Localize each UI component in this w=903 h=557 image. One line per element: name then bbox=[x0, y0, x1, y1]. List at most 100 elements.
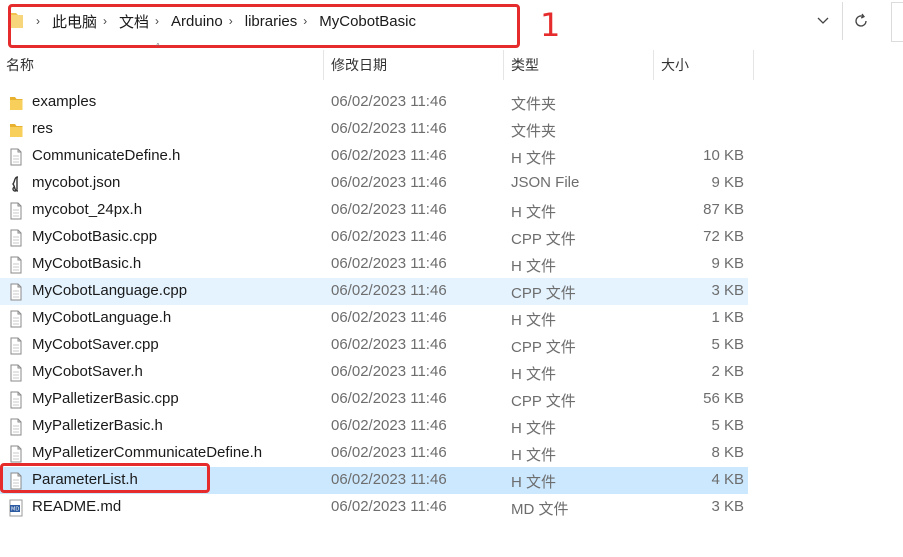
file-date: 06/02/2023 11:46 bbox=[331, 444, 447, 461]
file-date: 06/02/2023 11:46 bbox=[331, 228, 447, 245]
file-type: MD 文件 bbox=[511, 501, 569, 518]
column-divider[interactable] bbox=[653, 50, 654, 80]
file-row[interactable]: MyCobotSaver.h 06/02/2023 11:46 H 文件 2 KB bbox=[0, 359, 748, 386]
file-size: 56 KB bbox=[703, 390, 744, 407]
file-size: 10 KB bbox=[703, 147, 744, 164]
document-icon bbox=[8, 364, 24, 382]
file-row[interactable]: mycobot.json 06/02/2023 11:46 JSON File 9 K… bbox=[0, 170, 748, 197]
file-type: CPP 文件 bbox=[511, 339, 576, 356]
sort-up-icon: ^ bbox=[156, 42, 160, 51]
file-name[interactable]: README.md bbox=[32, 498, 121, 515]
file-size: 87 KB bbox=[703, 201, 744, 218]
file-date: 06/02/2023 11:46 bbox=[331, 417, 447, 434]
file-type: H 文件 bbox=[511, 420, 557, 437]
file-size: 72 KB bbox=[703, 228, 744, 245]
file-date: 06/02/2023 11:46 bbox=[331, 147, 447, 164]
refresh-icon bbox=[855, 13, 867, 27]
file-row[interactable]: MyPalletizerBasic.cpp 06/02/2023 11:46 CPP… bbox=[0, 386, 748, 413]
file-name[interactable]: mycobot.json bbox=[32, 174, 120, 191]
file-type: H 文件 bbox=[511, 204, 557, 221]
file-date: 06/02/2023 11:46 bbox=[331, 255, 447, 272]
column-header-row: 名称 修改日期 类型 大小 bbox=[0, 50, 903, 80]
file-date: 06/02/2023 11:46 bbox=[331, 498, 447, 515]
file-row[interactable]: mycobot_24px.h 06/02/2023 11:46 H 文件 87 KB bbox=[0, 197, 748, 224]
file-size: 4 KB bbox=[711, 471, 744, 488]
file-name[interactable]: MyCobotSaver.h bbox=[32, 363, 143, 380]
column-divider[interactable] bbox=[503, 50, 504, 80]
folder-icon bbox=[8, 121, 24, 139]
document-icon bbox=[8, 256, 24, 274]
file-date: 06/02/2023 11:46 bbox=[331, 282, 447, 299]
file-row[interactable]: MyCobotBasic.h 06/02/2023 11:46 H 文件 9 KB bbox=[0, 251, 748, 278]
column-divider[interactable] bbox=[753, 50, 754, 80]
file-name[interactable]: MyCobotBasic.h bbox=[32, 255, 141, 272]
file-name[interactable]: MyPalletizerCommunicateDefine.h bbox=[32, 444, 262, 461]
file-type: H 文件 bbox=[511, 474, 557, 491]
file-row[interactable]: MyPalletizerBasic.h 06/02/2023 11:46 H 文件 5… bbox=[0, 413, 748, 440]
file-type: CPP 文件 bbox=[511, 231, 576, 248]
file-type: H 文件 bbox=[511, 258, 557, 275]
document-icon bbox=[8, 148, 24, 166]
file-date: 06/02/2023 11:46 bbox=[331, 309, 447, 326]
file-size: 3 KB bbox=[711, 498, 744, 515]
file-size: 1 KB bbox=[711, 309, 744, 326]
file-date: 06/02/2023 11:46 bbox=[331, 390, 447, 407]
file-row[interactable]: MyCobotLanguage.cpp 06/02/2023 11:46 CPP 文… bbox=[0, 278, 748, 305]
file-row[interactable]: MyCobotBasic.cpp 06/02/2023 11:46 CPP 文件 72… bbox=[0, 224, 748, 251]
file-name[interactable]: MyCobotSaver.cpp bbox=[32, 336, 159, 353]
column-header-date[interactable]: 修改日期 bbox=[331, 50, 387, 80]
document-icon bbox=[8, 202, 24, 220]
file-size: 2 KB bbox=[711, 363, 744, 380]
document-icon bbox=[8, 310, 24, 328]
document-icon bbox=[8, 283, 24, 301]
file-type: 文件夹 bbox=[511, 123, 557, 140]
file-name[interactable]: MyPalletizerBasic.cpp bbox=[32, 390, 179, 407]
file-name[interactable]: MyCobotLanguage.cpp bbox=[32, 282, 187, 299]
file-size: 9 KB bbox=[711, 255, 744, 272]
file-size: 3 KB bbox=[711, 282, 744, 299]
file-size: 5 KB bbox=[711, 417, 744, 434]
file-size: 8 KB bbox=[711, 444, 744, 461]
file-row[interactable]: MyCobotLanguage.h 06/02/2023 11:46 H 文件 1 K… bbox=[0, 305, 748, 332]
file-name[interactable]: CommunicateDefine.h bbox=[32, 147, 180, 164]
refresh-button[interactable] bbox=[842, 2, 879, 40]
annotation-number: 1 bbox=[540, 6, 561, 44]
chevron-down-icon bbox=[817, 17, 829, 24]
file-name[interactable]: MyCobotLanguage.h bbox=[32, 309, 171, 326]
file-date: 06/02/2023 11:46 bbox=[331, 174, 447, 191]
column-header-size[interactable]: 大小 bbox=[661, 50, 689, 80]
file-type: H 文件 bbox=[511, 366, 557, 383]
document-icon bbox=[8, 445, 24, 463]
file-type: H 文件 bbox=[511, 447, 557, 464]
file-name[interactable]: res bbox=[32, 120, 53, 137]
file-type: CPP 文件 bbox=[511, 393, 576, 410]
file-name[interactable]: MyPalletizerBasic.h bbox=[32, 417, 163, 434]
column-divider[interactable] bbox=[323, 50, 324, 80]
document-icon bbox=[8, 229, 24, 247]
annotation-box-address bbox=[8, 4, 520, 48]
file-row[interactable]: res 06/02/2023 11:46 文件夹 bbox=[0, 116, 748, 143]
folder-icon bbox=[8, 94, 24, 112]
file-row[interactable]: examples 06/02/2023 11:46 文件夹 bbox=[0, 89, 748, 116]
file-size: 5 KB bbox=[711, 336, 744, 353]
file-row[interactable]: MD README.md 06/02/2023 11:46 MD 文件 3 KB bbox=[0, 494, 748, 521]
column-header-name[interactable]: 名称 bbox=[6, 50, 34, 80]
document-icon bbox=[8, 337, 24, 355]
svg-text:MD: MD bbox=[11, 507, 19, 513]
file-row[interactable]: MyCobotSaver.cpp 06/02/2023 11:46 CPP 文件 5 … bbox=[0, 332, 748, 359]
json-icon bbox=[8, 175, 24, 193]
file-type: JSON File bbox=[511, 174, 580, 191]
file-date: 06/02/2023 11:46 bbox=[331, 93, 447, 110]
search-box[interactable] bbox=[891, 2, 903, 42]
file-name[interactable]: MyCobotBasic.cpp bbox=[32, 228, 157, 245]
file-type: H 文件 bbox=[511, 150, 557, 167]
column-header-type[interactable]: 类型 bbox=[511, 50, 539, 80]
file-name[interactable]: mycobot_24px.h bbox=[32, 201, 142, 218]
annotation-box-file bbox=[0, 463, 210, 493]
file-name[interactable]: examples bbox=[32, 93, 96, 110]
file-type: H 文件 bbox=[511, 312, 557, 329]
file-date: 06/02/2023 11:46 bbox=[331, 363, 447, 380]
address-history-button[interactable] bbox=[812, 10, 834, 32]
document-icon bbox=[8, 418, 24, 436]
file-row[interactable]: CommunicateDefine.h 06/02/2023 11:46 H 文件 1… bbox=[0, 143, 748, 170]
